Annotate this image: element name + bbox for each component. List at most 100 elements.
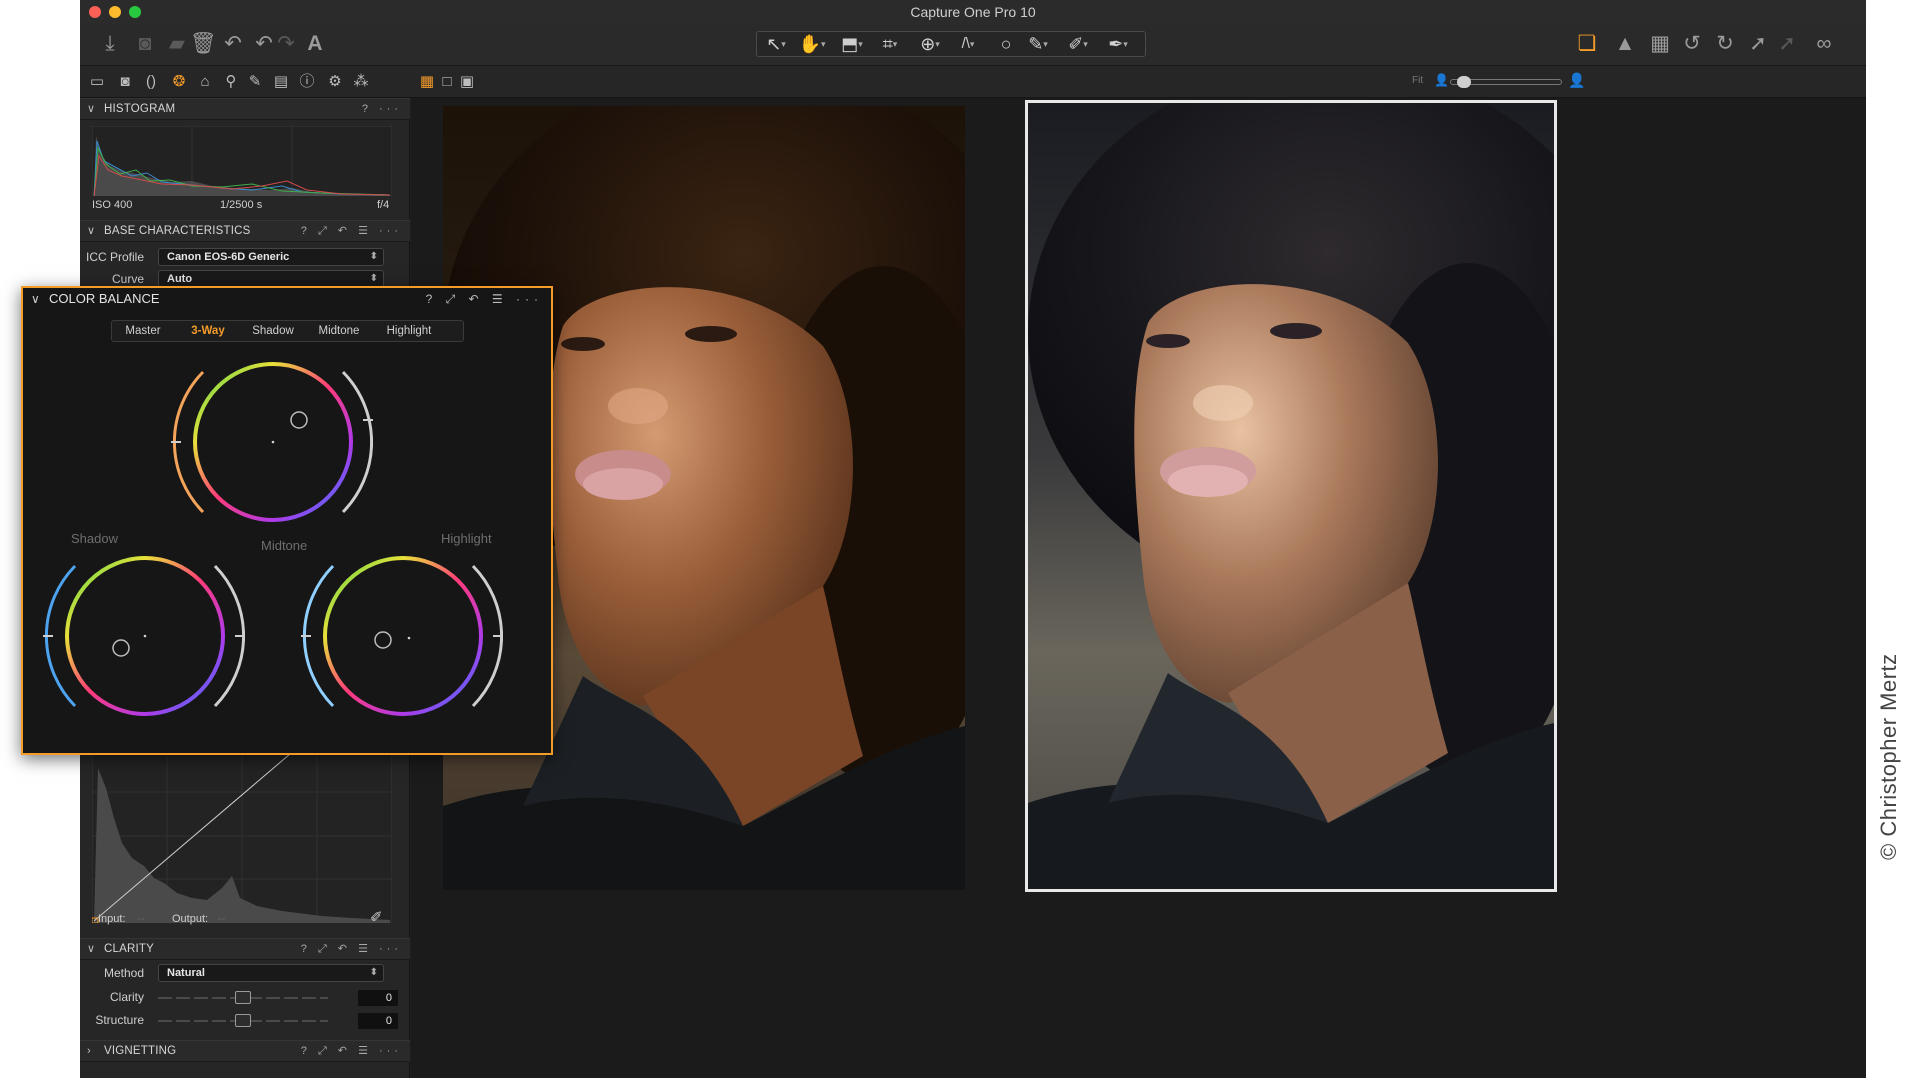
base-characteristics-actions[interactable]: ? ⤢ ↶ ☰ ··· [301,221,402,242]
updown-arrow-icon: ⬍ [369,273,378,284]
tab-details-icon[interactable]: ⚲ [221,73,241,91]
annotate-tool-icon[interactable]: ✒▾ [1103,33,1133,55]
window-title: Capture One Pro 10 [910,4,1036,20]
tab-lens-icon[interactable]: () [141,73,161,91]
warning-icon[interactable]: ▲ [1612,32,1638,56]
curve-input-label: Input: [98,913,126,925]
chevron-down-icon: ∨ [87,943,96,955]
histogram-header[interactable]: ∨ HISTOGRAM ? ··· [80,98,410,120]
curve-value: Auto [167,273,193,285]
vignetting-title: VIGNETTING [104,1045,177,1057]
rotate-left-icon[interactable]: ↺ [1679,32,1705,56]
undo-all-icon[interactable]: ↶ [220,32,246,56]
eyedropper-icon[interactable]: ✐ [370,908,383,926]
loupe-tool-icon[interactable]: ⬒▾ [837,33,867,55]
curve-input-value: -- [137,913,145,925]
zoom-slider[interactable] [1450,76,1562,88]
color-balance-panel: ∨ COLOR BALANCE ? ⤢ ↶ ☰ ··· Master 3-Way… [21,286,553,755]
iso-value: ISO 400 [92,199,133,211]
vignetting-actions[interactable]: ? ⤢ ↶ ☰ ··· [301,1041,402,1062]
title-bar: Capture One Pro 10 [80,0,1866,24]
tab-output-icon[interactable]: ⚙ [325,73,345,91]
aperture-value: f/4 [377,199,390,211]
tab-local-adjustments-icon[interactable]: ✎ [245,73,265,91]
structure-label: Structure [95,1013,144,1027]
tab-batch-icon[interactable]: ⁂ [351,73,371,91]
shadow-wheel[interactable] [41,556,245,716]
clarity-value-field[interactable]: 0 [358,990,398,1006]
cursor-tools-group: ↖▾ ✋▾ ⬒▾ ⌗▾ ⊕▾ /\▾ ○ ✎▾ ✐▾ ✒▾ [756,31,1146,57]
midtone-wheel-label: Midtone [261,538,308,553]
layers-icon[interactable]: ❏ [1574,32,1600,56]
clarity-method-label: Method [103,966,144,980]
clarity-title: CLARITY [104,943,154,955]
tab-master[interactable]: Master [112,321,174,341]
select-tool-icon[interactable]: ↖▾ [761,33,791,55]
color-balance-actions[interactable]: ? ⤢ ↶ ☰ ··· [426,288,543,310]
chevron-down-icon: ∨ [87,225,96,237]
tab-shadow[interactable]: Shadow [242,321,304,341]
chevron-right-icon: › [87,1045,91,1057]
spot-tool-icon[interactable]: ○ [991,33,1021,55]
curve-output-value: -- [218,913,226,925]
midtone-wheel[interactable] [169,362,373,522]
curve-label: Curve [111,272,144,286]
histogram-actions[interactable]: ? ··· [362,99,402,120]
trash-icon[interactable]: 🗑 [190,32,217,56]
multi-view-icon[interactable]: ▣ [458,74,476,90]
structure-slider-knob[interactable] [235,1014,251,1027]
base-characteristics-title: BASE CHARACTERISTICS [104,225,251,237]
base-characteristics-header[interactable]: ∨ BASE CHARACTERISTICS ? ⤢ ↶ ☰ ··· [80,220,410,242]
single-view-icon[interactable]: □ [438,74,456,90]
color-balance-title: COLOR BALANCE [49,291,160,306]
image-viewer [411,98,1866,1078]
vignetting-header[interactable]: › VIGNETTING ? ⤢ ↶ ☰ ··· [80,1040,410,1062]
tab-3-way[interactable]: 3-Way [174,321,242,341]
color-balance-mode-tabs: Master 3-Way Shadow Midtone Highlight [111,320,464,342]
updown-arrow-icon: ⬍ [369,967,378,978]
tab-library-icon[interactable]: ▭ [87,73,107,91]
icc-profile-value: Canon EOS-6D Generic [167,251,290,263]
tab-capture-icon[interactable]: ◙ [115,73,135,91]
grid-view-icon[interactable]: ▦ [418,74,436,90]
pan-tool-icon[interactable]: ✋▾ [797,33,827,55]
lock-icon[interactable]: ➚ [1774,32,1800,56]
tab-midtone[interactable]: Midtone [304,321,374,341]
glasses-icon[interactable]: ∞ [1807,32,1841,56]
zoom-slider-knob[interactable] [1457,76,1471,88]
picker-tool-icon[interactable]: ✐▾ [1063,33,1093,55]
chevron-down-icon: ∨ [87,103,96,115]
rotate-right-icon[interactable]: ↻ [1712,32,1738,56]
tab-exposure-icon[interactable]: ⌂ [195,73,215,91]
photo-variant-selected[interactable] [1025,100,1557,892]
histogram-graph [92,126,392,196]
crop-tool-icon[interactable]: ⌗▾ [875,33,905,55]
icc-profile-select[interactable]: Canon EOS-6D Generic ⬍ [158,248,384,266]
clarity-method-select[interactable]: Natural ⬍ [158,964,384,982]
person-small-icon: 👤 [1434,73,1449,87]
tab-highlight[interactable]: Highlight [374,321,444,341]
clarity-method-value: Natural [167,967,205,979]
clarity-actions[interactable]: ? ⤢ ↶ ☰ ··· [301,939,402,960]
tab-metadata-icon[interactable]: ▤ [271,73,291,91]
clarity-slider-knob[interactable] [235,991,251,1004]
curve-graph[interactable] [92,748,392,923]
folder-move-icon[interactable]: ▰ [164,32,190,56]
brush-tool-icon[interactable]: ✎▾ [1023,33,1053,55]
highlight-wheel[interactable] [299,556,503,716]
redo-icon[interactable]: ↷ [273,32,299,56]
structure-value-field[interactable]: 0 [358,1013,398,1029]
photo-credit: © Christopher Mertz [1876,653,1901,860]
rotate-tool-icon[interactable]: ⊕▾ [915,33,945,55]
tab-info-icon[interactable]: ⓘ [297,73,317,91]
zoom-label: Fit [1412,75,1424,86]
tab-color-icon[interactable]: ❂ [169,73,189,91]
grid-icon[interactable]: ▦ [1647,32,1673,56]
camera-icon[interactable]: ◙ [132,32,158,56]
text-tool-icon[interactable]: A [302,32,328,56]
share-icon[interactable]: ➚ [1745,32,1771,56]
import-icon[interactable]: ⤓ [97,32,123,56]
clarity-header[interactable]: ∨ CLARITY ? ⤢ ↶ ☰ ··· [80,938,410,960]
color-balance-header[interactable]: ∨ COLOR BALANCE ? ⤢ ↶ ☰ ··· [23,288,551,310]
keystone-tool-icon[interactable]: /\▾ [953,33,983,55]
